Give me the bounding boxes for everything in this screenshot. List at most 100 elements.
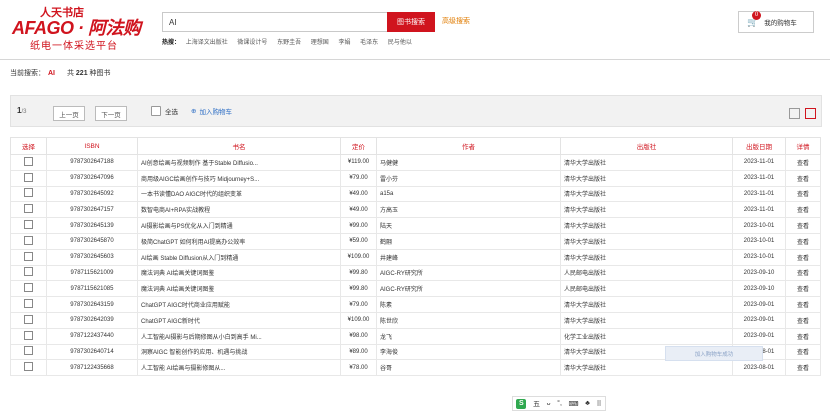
checkbox-box[interactable] [24, 314, 33, 324]
author-cell: AIGC-RY研究所 [376, 280, 561, 298]
title-cell[interactable]: ChatGPT AIGC新时代 [137, 311, 341, 329]
detail-link[interactable]: 查看 [785, 311, 821, 329]
cart-button[interactable]: 🛒 0 我的购物车 [738, 10, 814, 33]
next-page-button[interactable]: 下一页 [95, 106, 127, 121]
row-checkbox[interactable] [10, 201, 47, 219]
detail-link[interactable]: 查看 [785, 280, 821, 298]
row-checkbox[interactable] [10, 311, 47, 329]
hot-search-link[interactable]: 东野圭吾 [277, 40, 301, 46]
row-checkbox[interactable] [10, 359, 47, 377]
hot-search-link[interactable]: 微课设计号 [237, 40, 267, 46]
checkbox-box[interactable] [24, 299, 33, 309]
title-cell[interactable]: 一本书读懂DAO AIGC时代的组织变革 [137, 185, 341, 203]
hot-search-link[interactable]: 理想国 [311, 40, 329, 46]
detail-link[interactable]: 查看 [785, 296, 821, 313]
detail-link[interactable]: 查看 [785, 201, 821, 219]
checkbox-box[interactable] [151, 106, 161, 116]
title-cell[interactable]: 数智电商AI+RPA实战教程 [137, 201, 341, 219]
ime-skin-icon[interactable]: ♣ [585, 400, 590, 407]
ime-moon-icon[interactable]: ᴗ [547, 400, 551, 407]
search-button[interactable]: 图书搜索 [387, 12, 435, 32]
hot-search-link[interactable]: 上海译文出版社 [186, 40, 228, 46]
checkbox-box[interactable] [24, 346, 33, 356]
date-cell: 2023-11-01 [732, 185, 786, 203]
row-checkbox[interactable] [10, 185, 47, 203]
detail-link[interactable]: 查看 [785, 232, 821, 250]
title-cell[interactable]: 魔法词典 AI绘画关键词图鉴 [137, 280, 341, 298]
publisher-cell: 人民邮电出版社 [560, 264, 733, 282]
checkbox-box[interactable] [24, 220, 33, 230]
title-cell[interactable]: 商用级AIGC绘画创作与技巧 Midjourney+S... [137, 169, 341, 187]
list-view-icon[interactable] [789, 108, 800, 119]
column-header: 选择 [10, 137, 47, 155]
ime-punct-icon[interactable]: °, [557, 400, 562, 407]
detail-link[interactable]: 查看 [785, 359, 821, 377]
title-cell[interactable]: AI绘画 Stable Diffusion从入门到精通 [137, 248, 341, 266]
author-cell: 龙飞 [376, 327, 561, 345]
title-cell[interactable]: 人工智能 AI绘画与摄影修图从... [137, 359, 341, 377]
date-cell: 2023-09-10 [732, 264, 786, 282]
author-cell: 鹤翮 [376, 232, 561, 250]
checkbox-box[interactable] [24, 235, 33, 245]
advanced-search-link[interactable]: 高级搜索 [442, 16, 470, 26]
search-summary-label: 当前搜索： [10, 70, 45, 77]
prev-page-button[interactable]: 上一页 [53, 106, 85, 121]
row-checkbox[interactable] [10, 343, 47, 361]
publisher-cell: 清华大学出版社 [560, 311, 733, 329]
ime-keyboard-icon[interactable]: ⌨ [569, 400, 579, 408]
detail-link[interactable]: 查看 [785, 185, 821, 203]
row-checkbox[interactable] [10, 154, 47, 171]
select-all-checkbox[interactable]: 全选 [151, 106, 178, 116]
row-checkbox[interactable] [10, 264, 47, 282]
checkbox-box[interactable] [24, 156, 33, 166]
title-cell[interactable]: AI创意绘画与视频制作 基于Stable Diffusio... [137, 154, 341, 171]
hot-search-link[interactable]: 李娟 [338, 40, 350, 46]
ime-logo[interactable]: S [516, 398, 527, 409]
checkbox-box[interactable] [24, 188, 33, 198]
detail-link[interactable]: 查看 [785, 248, 821, 266]
detail-link[interactable]: 查看 [785, 154, 821, 171]
title-cell[interactable]: 极简ChatGPT 如何利用AI提高办公效率 [137, 232, 341, 250]
title-cell[interactable]: 人工智能AI摄影与后期修图从小白到高手 Mi... [137, 327, 341, 345]
search-input[interactable] [163, 13, 379, 31]
ime-menu-icon[interactable]: ⠿ [597, 400, 602, 408]
detail-link[interactable]: 查看 [785, 264, 821, 282]
checkbox-box[interactable] [24, 330, 33, 340]
isbn-cell: 9787122435668 [46, 359, 138, 377]
checkbox-box[interactable] [24, 283, 33, 293]
date-cell: 2023-10-01 [732, 217, 786, 234]
hot-search-link[interactable]: 民与他以 [388, 40, 412, 46]
ime-mode-icon[interactable]: 五 [533, 399, 540, 409]
hot-search-link[interactable]: 毛泽东 [360, 40, 378, 46]
checkbox-box[interactable] [24, 267, 33, 277]
author-cell: 陈素 [376, 296, 561, 313]
column-header: ISBN [46, 137, 138, 155]
checkbox-box[interactable] [24, 362, 33, 372]
title-cell[interactable]: 魔法词典 AI绘画关键词图鉴 [137, 264, 341, 282]
checkbox-box[interactable] [24, 251, 33, 261]
search-box[interactable] [162, 12, 388, 32]
checkbox-box[interactable] [24, 204, 33, 214]
title-cell[interactable]: ChatGPT AIGC时代商业应用赋能 [137, 296, 341, 313]
row-checkbox[interactable] [10, 248, 47, 266]
date-cell: 2023-11-01 [732, 201, 786, 219]
add-to-cart-button[interactable]: ⊕ 加入购物车 [191, 106, 232, 116]
detail-link[interactable]: 查看 [785, 343, 821, 361]
title-cell[interactable]: AI摄影绘画与PS优化从入门到精通 [137, 217, 341, 234]
table-row: 9787115621009 魔法词典 AI绘画关键词图鉴 ¥99.80 AIGC-RY… [10, 264, 821, 282]
grid-view-icon[interactable] [805, 108, 816, 119]
title-cell[interactable]: 洞察AIGC 智能创作的应用、机遇与挑战 [137, 343, 341, 361]
date-cell: 2023-11-01 [732, 169, 786, 187]
detail-link[interactable]: 查看 [785, 217, 821, 234]
price-cell: ¥119.00 [340, 154, 377, 171]
row-checkbox[interactable] [10, 169, 47, 187]
detail-link[interactable]: 查看 [785, 169, 821, 187]
checkbox-box[interactable] [24, 172, 33, 182]
price-cell: ¥109.00 [340, 311, 377, 329]
row-checkbox[interactable] [10, 296, 47, 313]
row-checkbox[interactable] [10, 232, 47, 250]
row-checkbox[interactable] [10, 217, 47, 234]
row-checkbox[interactable] [10, 280, 47, 298]
detail-link[interactable]: 查看 [785, 327, 821, 345]
row-checkbox[interactable] [10, 327, 47, 345]
